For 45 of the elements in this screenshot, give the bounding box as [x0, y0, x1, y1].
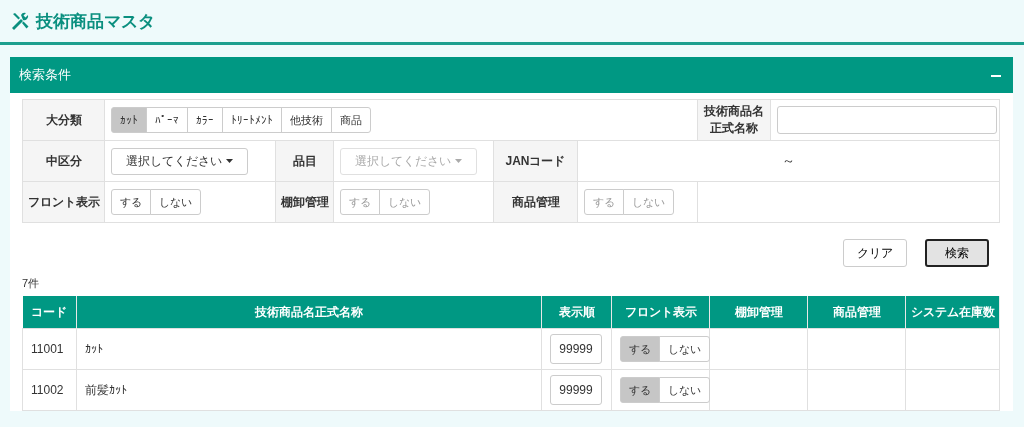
toggle-option[interactable]: 他技術	[281, 107, 332, 133]
field-label: 大分類	[45, 112, 82, 127]
field-label: 中区分	[45, 153, 82, 168]
tools-icon	[10, 11, 30, 31]
field-label: JANコード	[505, 153, 566, 168]
column-header[interactable]: 表示順	[541, 296, 612, 329]
column-header[interactable]: 棚卸管理	[709, 296, 808, 329]
section-title: 検索条件	[19, 66, 71, 84]
name-cell: ｶｯﾄ	[85, 342, 103, 356]
column-header[interactable]: システム在庫数	[905, 296, 1000, 329]
column-header[interactable]: 商品管理	[807, 296, 906, 329]
toggle-option[interactable]: する	[620, 336, 660, 362]
column-header[interactable]: コード	[22, 296, 77, 329]
toggle-option[interactable]: ﾄﾘｰﾄﾒﾝﾄ	[222, 107, 282, 133]
toggle-option[interactable]: ｶｯﾄ	[111, 107, 147, 133]
collapse-icon[interactable]	[991, 73, 1001, 77]
code-cell: 11002	[31, 383, 64, 397]
clear-button[interactable]: クリア	[843, 239, 907, 267]
field-label: 技術商品名正式名称	[703, 103, 765, 137]
order-input-field[interactable]: 99999	[550, 334, 602, 364]
caret-icon	[455, 159, 462, 163]
order-input-field[interactable]: 99999	[550, 375, 602, 405]
field-label: 棚卸管理	[280, 194, 329, 209]
toggle-option[interactable]: ﾊﾟｰﾏ	[146, 107, 188, 133]
select-dropdown[interactable]: 選択してください	[111, 147, 248, 175]
toggle-option[interactable]: する	[111, 189, 151, 215]
toggle-option[interactable]: ｶﾗｰ	[187, 107, 223, 133]
name-cell: 前髪ｶｯﾄ	[85, 382, 127, 397]
code-cell: 11001	[31, 342, 64, 356]
caret-icon	[226, 159, 233, 163]
field-label: フロント表示	[27, 194, 100, 209]
range-separator: ～	[782, 153, 795, 168]
search-button[interactable]: 検索	[925, 239, 989, 267]
name-input-field[interactable]	[777, 106, 998, 134]
toggle-option[interactable]: 商品	[331, 107, 371, 133]
result-count: 7件	[22, 276, 41, 291]
toggle-option[interactable]: しない	[659, 336, 710, 362]
field-label: 品目	[292, 153, 317, 168]
column-header[interactable]: 技術商品名正式名称	[76, 296, 542, 329]
page-title: 技術商品マスタ	[36, 10, 155, 33]
column-header[interactable]: フロント表示	[611, 296, 710, 329]
toggle-option[interactable]: しない	[150, 189, 201, 215]
toggle-option[interactable]: しない	[659, 377, 710, 403]
field-label: 商品管理	[511, 194, 560, 209]
toggle-option[interactable]: する	[620, 377, 660, 403]
